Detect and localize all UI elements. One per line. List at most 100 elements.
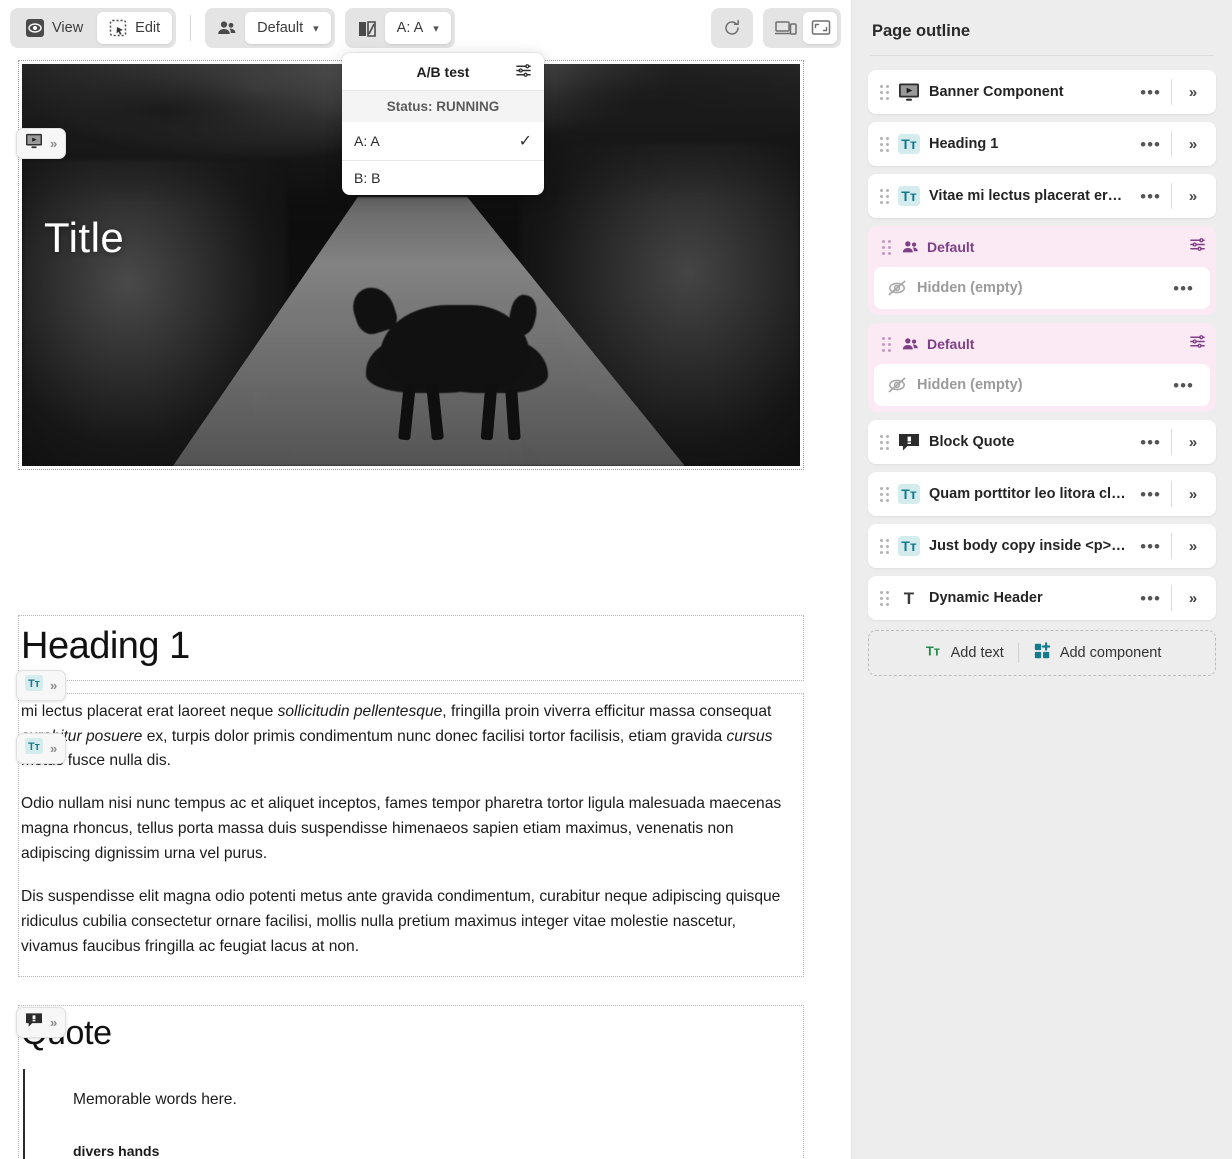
- refresh-button[interactable]: [715, 12, 749, 44]
- check-icon: ✓: [518, 133, 532, 150]
- drag-handle-icon[interactable]: [878, 538, 890, 554]
- view-mode-button[interactable]: View: [14, 12, 95, 44]
- outline-item-menu-button[interactable]: •••: [1130, 590, 1171, 607]
- audience-people-icon: [217, 19, 236, 37]
- body-paragraph-3: Dis suspendisse elit magna odio potenti …: [21, 888, 781, 956]
- body-paragraph-1-lead: mi lectus placerat erat laoreet neque: [21, 702, 278, 720]
- outline-personalization-group-2[interactable]: Default Hidden (empty) •••: [868, 323, 1216, 412]
- audience-icon-button[interactable]: [209, 12, 243, 44]
- outline-item-label: Just body copy inside <p></p>...: [929, 538, 1130, 554]
- outline-item-menu-button[interactable]: •••: [1130, 434, 1171, 451]
- device-preview-button[interactable]: [767, 12, 801, 44]
- banner-element-badge[interactable]: »: [16, 128, 67, 159]
- drag-handle-icon[interactable]: [880, 239, 892, 255]
- outline-item-label: Quam porttitor leo litora clas...: [929, 486, 1131, 502]
- abtest-icon-button[interactable]: [349, 12, 383, 44]
- abtest-settings-icon[interactable]: [515, 62, 532, 82]
- outline-item-expand-button[interactable]: »: [1172, 434, 1212, 451]
- outline-personalization-group-1[interactable]: Default Hidden (empty) •••: [868, 226, 1216, 315]
- drag-handle-icon[interactable]: [878, 84, 890, 100]
- audience-selector-group: Default ▾: [205, 8, 335, 48]
- outline-item-block-quote[interactable]: Block Quote ••• »: [868, 420, 1216, 464]
- add-element-row: Tᴛ Add text Add component: [868, 630, 1216, 676]
- outline-item-expand-button[interactable]: »: [1172, 188, 1212, 205]
- edit-mode-button[interactable]: Edit: [97, 12, 173, 44]
- block-quote-block[interactable]: Quote Memorable words here. divers hands: [18, 1005, 804, 1159]
- add-text-icon: Tᴛ: [923, 642, 943, 664]
- editor-column: View Edit Default ▾ A: A ▾ A/B test Stat…: [0, 0, 851, 1159]
- drag-handle-icon[interactable]: [878, 434, 890, 450]
- audience-dropdown-button[interactable]: Default ▾: [245, 12, 331, 44]
- personalization-settings-icon[interactable]: [1189, 333, 1206, 355]
- outline-item-expand-button[interactable]: »: [1172, 538, 1212, 555]
- abtest-selector-group: A: A ▾: [344, 8, 455, 48]
- svg-text:T: T: [904, 589, 915, 608]
- chevron-down-icon: ▾: [313, 22, 319, 35]
- outline-item-heading-1[interactable]: Tᴛ Heading 1 ••• »: [868, 122, 1216, 166]
- svg-text:Tᴛ: Tᴛ: [901, 188, 917, 204]
- fit-screen-button[interactable]: [803, 12, 837, 44]
- editor-canvas[interactable]: Title » Heading 1 Tᴛ » mi lectus placera…: [0, 56, 838, 1159]
- abtest-menu-header: A/B test: [342, 53, 544, 91]
- abtest-option-a[interactable]: A: A ✓: [342, 122, 544, 160]
- heading-element-badge[interactable]: Tᴛ »: [16, 670, 67, 701]
- drag-handle-icon[interactable]: [878, 590, 890, 606]
- abtest-option-b[interactable]: B: B: [342, 160, 544, 195]
- view-edit-toggle-group: View Edit: [10, 8, 177, 48]
- outline-item-menu-button[interactable]: •••: [1130, 84, 1171, 101]
- outline-item-expand-button[interactable]: »: [1172, 486, 1212, 503]
- quote-attribution: divers hands: [73, 1143, 160, 1159]
- heading-block[interactable]: Heading 1: [18, 615, 804, 681]
- outline-item-vitae-paragraph[interactable]: Tᴛ Vitae mi lectus placerat erat l... ••…: [868, 174, 1216, 218]
- personalization-child-label: Hidden (empty): [917, 280, 1023, 296]
- heading-text: Heading 1: [21, 625, 190, 667]
- outline-item-banner-component[interactable]: Banner Component ••• »: [868, 70, 1216, 114]
- outline-item-quam-paragraph[interactable]: Tᴛ Quam porttitor leo litora clas... •••…: [868, 472, 1216, 516]
- outline-item-menu-button[interactable]: •••: [1130, 486, 1171, 503]
- blockquote: Memorable words here. divers hands: [23, 1069, 795, 1159]
- fit-screen-icon: [811, 19, 831, 37]
- add-component-button[interactable]: Add component: [1019, 642, 1176, 664]
- drag-handle-icon[interactable]: [878, 136, 890, 152]
- quote-element-badge[interactable]: »: [16, 1007, 67, 1038]
- view-mode-label: View: [52, 20, 84, 36]
- expand-chevrons-icon[interactable]: »: [50, 1015, 57, 1030]
- personalization-child-label: Hidden (empty): [917, 377, 1023, 393]
- text-component-icon: Tᴛ: [898, 483, 920, 505]
- outline-item-expand-button[interactable]: »: [1172, 136, 1212, 153]
- outline-item-label: Heading 1: [929, 136, 999, 152]
- svg-text:Tᴛ: Tᴛ: [901, 486, 917, 502]
- body-copy-block[interactable]: mi lectus placerat erat laoreet neque so…: [18, 692, 804, 978]
- svg-text:Tᴛ: Tᴛ: [926, 645, 940, 659]
- personalization-child-menu-button[interactable]: •••: [1163, 280, 1204, 297]
- banner-image-horse-legs: [395, 378, 527, 441]
- expand-chevrons-icon[interactable]: »: [50, 678, 57, 693]
- drag-handle-icon[interactable]: [878, 188, 890, 204]
- body-paragraph-2: Odio nullam nisi nunc tempus ac et aliqu…: [21, 795, 782, 863]
- add-text-button[interactable]: Tᴛ Add text: [909, 642, 1018, 664]
- outline-item-body-copy-paragraph[interactable]: Tᴛ Just body copy inside <p></p>... ••• …: [868, 524, 1216, 568]
- chevron-down-icon: ▾: [433, 22, 439, 35]
- expand-chevrons-icon[interactable]: »: [50, 741, 57, 756]
- outline-item-expand-button[interactable]: »: [1172, 84, 1212, 101]
- personalization-group-header: Default: [874, 232, 1210, 262]
- drag-handle-icon[interactable]: [878, 486, 890, 502]
- outline-item-expand-button[interactable]: »: [1172, 590, 1212, 607]
- abtest-dropdown-button[interactable]: A: A ▾: [384, 12, 451, 44]
- outline-item-menu-button[interactable]: •••: [1130, 188, 1171, 205]
- abtest-dropdown-menu: A/B test Status: RUNNING A: A ✓ B: B: [342, 53, 544, 195]
- personalization-settings-icon[interactable]: [1189, 236, 1206, 258]
- outline-item-menu-button[interactable]: •••: [1130, 538, 1171, 555]
- personalization-child-menu-button[interactable]: •••: [1163, 377, 1204, 394]
- body-element-badge[interactable]: Tᴛ »: [16, 733, 67, 764]
- body-paragraph-1: mi lectus placerat erat laoreet neque so…: [21, 702, 773, 770]
- page-outline-title: Page outline: [872, 22, 971, 40]
- drag-handle-icon[interactable]: [880, 336, 892, 352]
- expand-chevrons-icon[interactable]: »: [50, 136, 57, 151]
- outline-item-label: Block Quote: [929, 434, 1015, 450]
- outline-item-dynamic-header[interactable]: T Dynamic Header ••• »: [868, 576, 1216, 620]
- personalization-group-child[interactable]: Hidden (empty) •••: [874, 364, 1210, 406]
- outline-item-menu-button[interactable]: •••: [1130, 136, 1171, 153]
- personalization-group-child[interactable]: Hidden (empty) •••: [874, 267, 1210, 309]
- body-emphasis-3: cursus: [726, 727, 773, 745]
